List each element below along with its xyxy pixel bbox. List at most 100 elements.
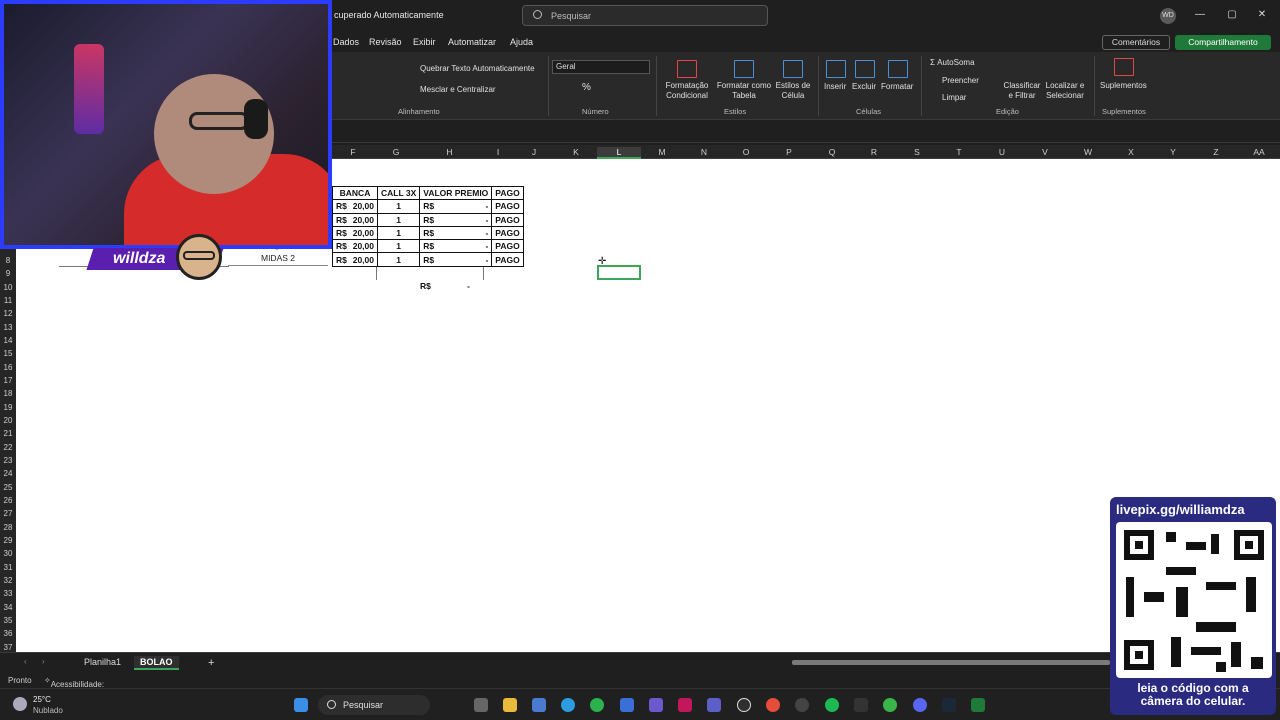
restore-button[interactable]: ▢	[1225, 8, 1239, 22]
pago-cell[interactable]: PAGO	[491, 252, 524, 267]
column-header[interactable]: AA	[1238, 147, 1280, 157]
column-header[interactable]: N	[683, 147, 725, 157]
banca-cell[interactable]: R$ 20,00	[332, 225, 378, 241]
valor-cell[interactable]: R$ -	[419, 239, 493, 254]
store-icon[interactable]	[532, 698, 546, 712]
close-button[interactable]: ✕	[1255, 8, 1269, 22]
row-header[interactable]: 9	[0, 269, 16, 278]
windows-start-icon[interactable]	[294, 698, 308, 712]
column-header[interactable]: J	[513, 147, 555, 157]
column-header[interactable]: Y	[1152, 147, 1194, 157]
row-header[interactable]: 23	[0, 456, 16, 465]
row-header[interactable]: 10	[0, 283, 16, 292]
conditional-format-button[interactable]: Formatação Condicional	[660, 81, 714, 101]
teams-icon[interactable]	[707, 698, 721, 712]
column-header[interactable]: F	[333, 147, 373, 157]
prev-sheet-icon[interactable]: ‹	[18, 656, 33, 667]
header-call[interactable]: CALL 3X	[376, 185, 421, 201]
row-header[interactable]: 28	[0, 523, 16, 532]
pago-cell[interactable]: PAGO	[491, 212, 524, 227]
column-header[interactable]: H	[416, 147, 483, 157]
valor-cell[interactable]: R$ -	[419, 252, 493, 267]
app-icon[interactable]	[620, 698, 634, 712]
app-icon[interactable]	[649, 698, 663, 712]
app-icon[interactable]	[854, 698, 868, 712]
row-header[interactable]: 25	[0, 483, 16, 492]
header-banca[interactable]: BANCA	[332, 185, 378, 201]
chrome-icon[interactable]	[766, 698, 780, 712]
call-cell[interactable]: 1	[376, 239, 421, 254]
pago-cell[interactable]: PAGO	[491, 199, 524, 214]
add-sheet-icon[interactable]: +	[202, 656, 220, 670]
delete-button[interactable]: Excluir	[852, 82, 876, 92]
discord-icon[interactable]	[913, 698, 927, 712]
task-view-icon[interactable]	[474, 698, 488, 712]
column-header[interactable]: P	[768, 147, 810, 157]
row-header[interactable]: 37	[0, 643, 16, 652]
format-table-button[interactable]: Formatar como Tabela	[714, 81, 774, 101]
column-header[interactable]: X	[1110, 147, 1152, 157]
row-header[interactable]: 31	[0, 563, 16, 572]
spotify-icon[interactable]	[825, 698, 839, 712]
sheet-tab-planilha1[interactable]: Planilha1	[78, 656, 127, 668]
minimize-button[interactable]: —	[1193, 8, 1207, 22]
percent-icon[interactable]: %	[582, 83, 591, 93]
merge-center-button[interactable]: Mesclar e Centralizar	[420, 85, 496, 95]
column-header[interactable]: O	[725, 147, 767, 157]
column-header[interactable]: G	[376, 147, 416, 157]
tab-automatizar[interactable]: Automatizar	[448, 37, 496, 47]
column-header[interactable]: T	[938, 147, 980, 157]
steam-icon[interactable]	[942, 698, 956, 712]
banca-cell[interactable]: R$ 20,00	[332, 252, 378, 267]
wrap-text-button[interactable]: Quebrar Texto Automaticamente	[420, 64, 535, 74]
column-header[interactable]: S	[896, 147, 938, 157]
valor-cell[interactable]: R$ -	[419, 199, 493, 214]
edge-icon[interactable]	[561, 698, 575, 712]
row-header[interactable]: 20	[0, 416, 16, 425]
document-title[interactable]: cuperado Automaticamente	[334, 10, 444, 20]
column-header[interactable]: Z	[1195, 147, 1237, 157]
sheet-tab-bolao[interactable]: BOLAO	[134, 656, 179, 670]
row-header[interactable]: 36	[0, 629, 16, 638]
column-header[interactable]: I	[483, 147, 513, 157]
pago-cell[interactable]: PAGO	[491, 239, 524, 254]
banca-cell[interactable]: R$ 20,00	[332, 239, 378, 254]
call-cell[interactable]: 1	[376, 212, 421, 227]
addins-button[interactable]: Suplementos	[1100, 81, 1147, 91]
row-header[interactable]: 18	[0, 389, 16, 398]
row-header[interactable]: 17	[0, 376, 16, 385]
app-icon[interactable]	[737, 698, 751, 712]
row-header[interactable]: 21	[0, 429, 16, 438]
row-header[interactable]: 29	[0, 536, 16, 545]
row-header[interactable]: 32	[0, 576, 16, 585]
accessibility-status[interactable]: ✧ Acessibilidade: investigar	[44, 676, 104, 698]
total-cell[interactable]: R$ -	[420, 281, 470, 291]
cell-styles-button[interactable]: Estilos de Célula	[773, 81, 813, 101]
file-explorer-icon[interactable]	[503, 698, 517, 712]
row-header[interactable]: 15	[0, 349, 16, 358]
app-icon[interactable]	[883, 698, 897, 712]
tab-revisao[interactable]: Revisão	[369, 37, 402, 47]
banca-cell[interactable]: R$ 20,00	[332, 212, 378, 227]
call-cell[interactable]: 1	[376, 252, 421, 267]
tab-dados[interactable]: Dados	[333, 37, 359, 47]
find-select-button[interactable]: Localizar e Selecionar	[1042, 81, 1088, 101]
column-header[interactable]: W	[1067, 147, 1109, 157]
row-header[interactable]: 35	[0, 616, 16, 625]
row-header[interactable]: 26	[0, 496, 16, 505]
row-header[interactable]: 11	[0, 296, 16, 305]
row-header[interactable]: 33	[0, 589, 16, 598]
call-cell[interactable]: 1	[376, 199, 421, 214]
row-header[interactable]: 30	[0, 549, 16, 558]
valor-cell[interactable]: R$ -	[419, 225, 493, 241]
fill-button[interactable]: Preencher	[942, 76, 979, 86]
banca-cell[interactable]: R$ 20,00	[332, 199, 378, 214]
column-header[interactable]: Q	[811, 147, 853, 157]
row-header[interactable]: 22	[0, 443, 16, 452]
number-format-select[interactable]: Geral	[552, 60, 650, 74]
excel-icon[interactable]	[971, 698, 985, 712]
row-header[interactable]: 8	[0, 256, 16, 265]
row-header[interactable]: 14	[0, 336, 16, 345]
row-header[interactable]: 16	[0, 363, 16, 372]
horizontal-scrollbar[interactable]	[792, 660, 1110, 665]
